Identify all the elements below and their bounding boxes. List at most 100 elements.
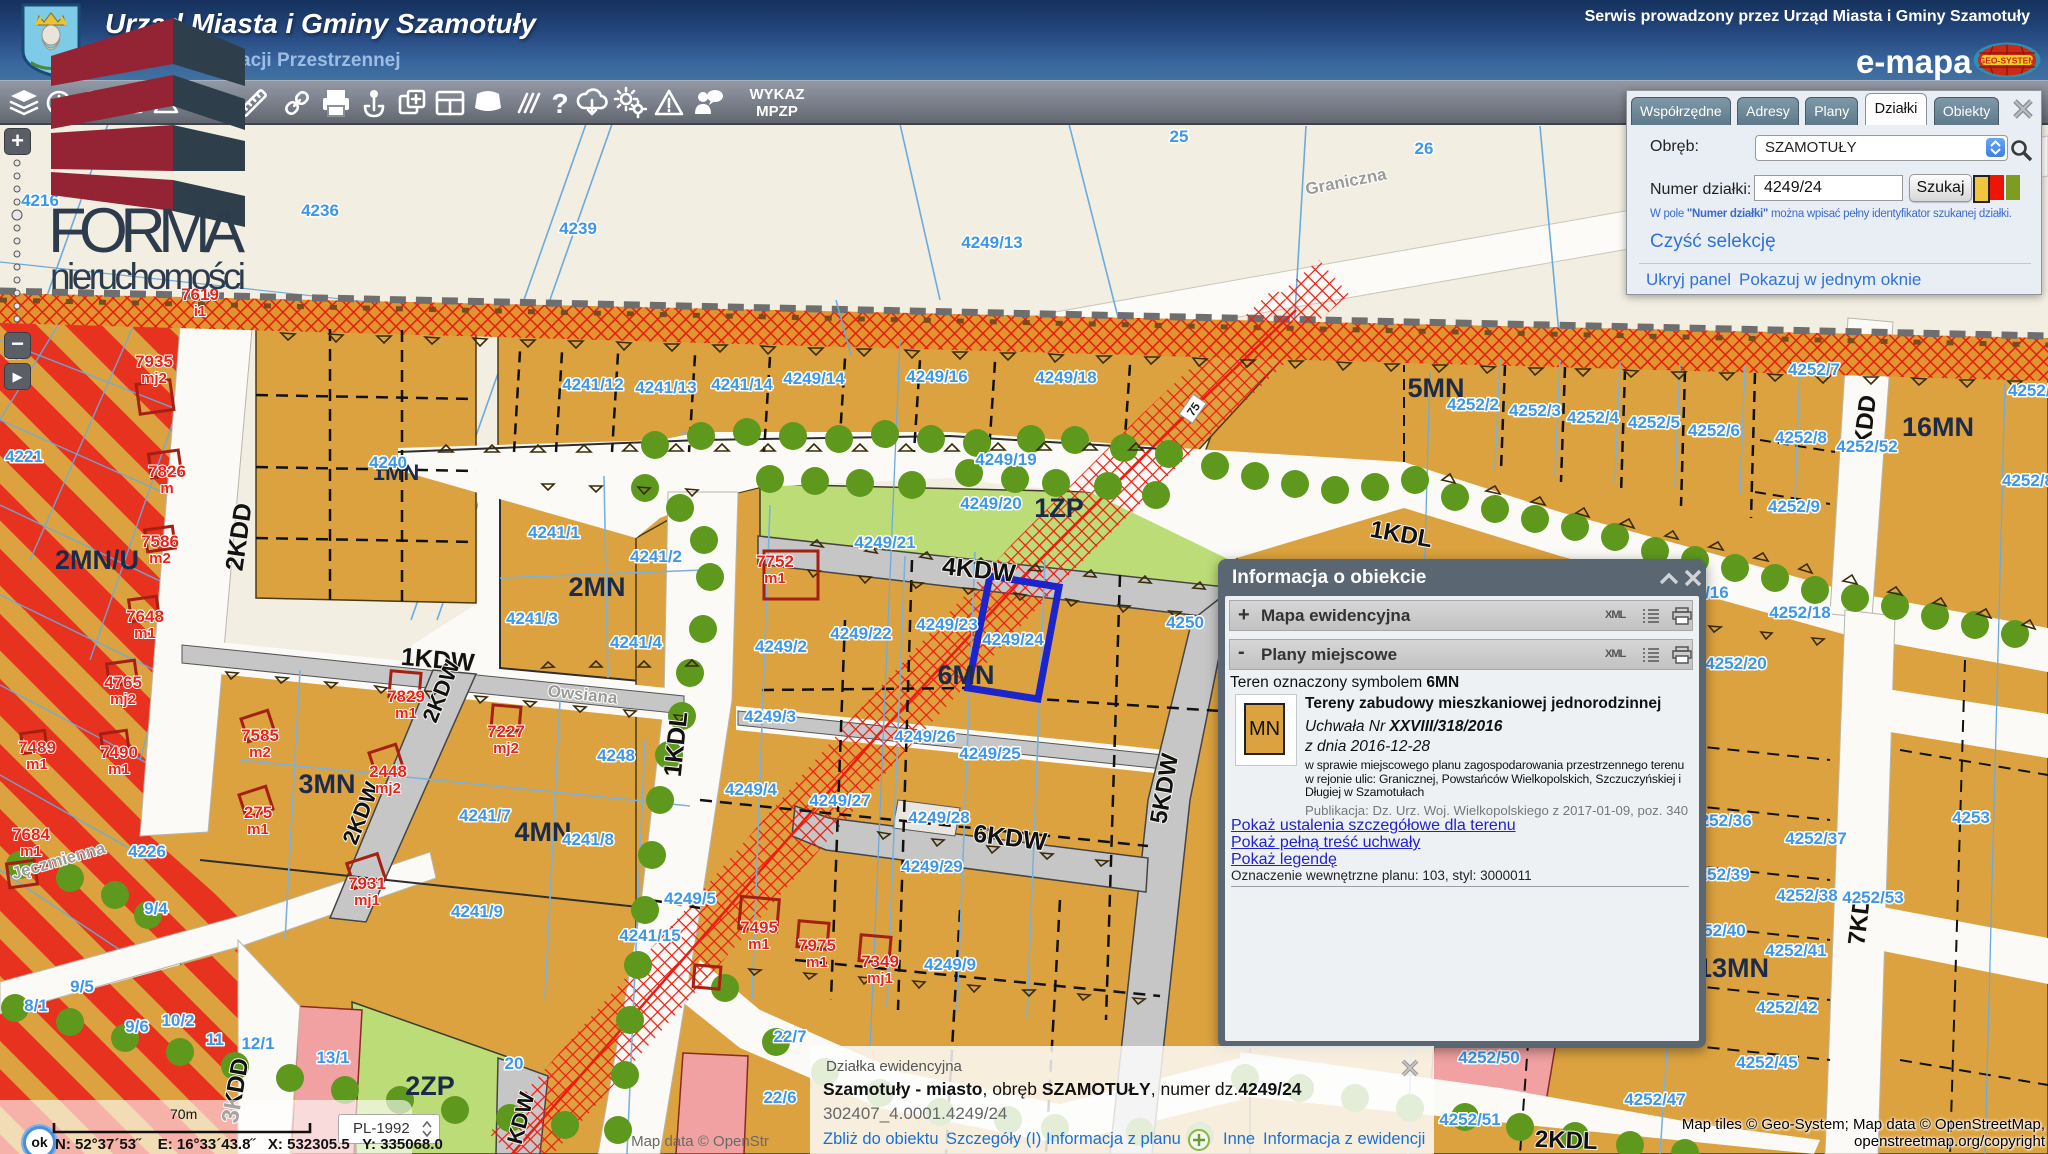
svg-text:4241/9: 4241/9	[451, 902, 503, 921]
svg-text:7495: 7495	[740, 918, 778, 937]
svg-text:2MN/U: 2MN/U	[55, 545, 139, 575]
svg-text:?: ?	[551, 88, 568, 119]
svg-text:7752: 7752	[756, 552, 794, 571]
svg-text:4249/16: 4249/16	[906, 367, 967, 386]
svg-text:4252/50: 4252/50	[1458, 1048, 1519, 1067]
svg-text:10/2: 10/2	[161, 1011, 194, 1030]
svg-text:13/1: 13/1	[316, 1048, 349, 1067]
svg-text:4252/9: 4252/9	[1768, 497, 1820, 516]
svg-text:4252/7: 4252/7	[1788, 360, 1840, 379]
svg-text:4252/45: 4252/45	[1736, 1053, 1797, 1072]
svg-text:4249/3: 4249/3	[744, 707, 796, 726]
svg-text:4241/4: 4241/4	[610, 633, 663, 652]
svg-text:26: 26	[1415, 139, 1434, 158]
svg-text:m2: m2	[249, 744, 271, 761]
svg-text:4252/37: 4252/37	[1785, 829, 1846, 848]
svg-text:2ZP: 2ZP	[405, 1071, 455, 1101]
svg-text:GEO-SYSTEM: GEO-SYSTEM	[1979, 56, 2036, 66]
svg-text:25: 25	[1170, 127, 1189, 146]
svg-text:2KDL: 2KDL	[1534, 1126, 1598, 1154]
svg-text:4252/8: 4252/8	[1775, 428, 1827, 447]
svg-text:4241/7: 4241/7	[459, 806, 511, 825]
svg-text:8/1: 8/1	[24, 996, 48, 1015]
svg-text:4236: 4236	[301, 201, 339, 220]
svg-text:4249/14: 4249/14	[783, 369, 845, 388]
svg-text:4249/20: 4249/20	[960, 494, 1021, 513]
svg-text:4249/2: 4249/2	[755, 637, 807, 656]
svg-text:4249/21: 4249/21	[854, 533, 915, 552]
svg-text:12/1: 12/1	[241, 1034, 274, 1053]
svg-text:20: 20	[505, 1054, 524, 1073]
svg-text:7975: 7975	[798, 936, 836, 955]
svg-text:7585: 7585	[241, 726, 279, 745]
svg-text:4252/5: 4252/5	[1628, 413, 1680, 432]
svg-text:7490: 7490	[100, 743, 138, 762]
svg-text:4249/19: 4249/19	[975, 450, 1036, 469]
svg-text:mj1: mj1	[354, 892, 380, 909]
svg-text:4252/51: 4252/51	[1439, 1110, 1500, 1129]
svg-text:4252/38: 4252/38	[1776, 886, 1837, 905]
svg-text:4249/27: 4249/27	[809, 791, 870, 810]
svg-text:4249/25: 4249/25	[959, 744, 1020, 763]
svg-text:m1: m1	[247, 821, 269, 838]
svg-text:4221: 4221	[5, 447, 43, 466]
svg-text:7489: 7489	[18, 738, 56, 757]
svg-text:4240: 4240	[369, 453, 407, 472]
svg-text:13MN: 13MN	[1697, 953, 1769, 983]
svg-text:7935: 7935	[135, 352, 173, 371]
svg-text:1ZP: 1ZP	[1034, 493, 1084, 523]
svg-text:9/4: 9/4	[144, 899, 168, 918]
svg-text:4252/2: 4252/2	[1447, 395, 1499, 414]
svg-text:nieruchomości: nieruchomości	[50, 256, 246, 297]
svg-text:4252/53: 4252/53	[1842, 888, 1903, 907]
svg-text:7349: 7349	[861, 952, 899, 971]
svg-text:mj1: mj1	[867, 970, 893, 987]
svg-text:16MN: 16MN	[1902, 412, 1974, 442]
svg-text:4252/7: 4252/7	[2008, 381, 2048, 400]
svg-text:4241/12: 4241/12	[562, 375, 623, 394]
svg-text:2MN: 2MN	[568, 572, 625, 602]
svg-text:m1: m1	[26, 756, 48, 773]
svg-text:m1: m1	[806, 954, 828, 971]
svg-text:4252/52: 4252/52	[1836, 437, 1897, 456]
svg-text:4241/13: 4241/13	[635, 378, 696, 397]
svg-text:7826: 7826	[148, 462, 186, 481]
svg-text:4765: 4765	[104, 673, 142, 692]
svg-text:4241/8: 4241/8	[562, 830, 614, 849]
svg-text:mj2: mj2	[375, 780, 401, 797]
svg-text:22/6: 22/6	[763, 1088, 796, 1107]
svg-text:7931: 7931	[348, 874, 386, 893]
svg-text:7648: 7648	[126, 607, 164, 626]
svg-text:4252/20: 4252/20	[1705, 654, 1766, 673]
svg-text:m1: m1	[108, 761, 130, 778]
svg-text:7829: 7829	[387, 687, 425, 706]
svg-text:3MN: 3MN	[298, 769, 355, 799]
svg-text:4249/13: 4249/13	[961, 233, 1022, 252]
svg-text:4241/15: 4241/15	[619, 926, 680, 945]
svg-text:m1: m1	[134, 625, 156, 642]
svg-text:6MN: 6MN	[937, 660, 994, 690]
svg-text:4252/4: 4252/4	[1567, 408, 1620, 427]
svg-text:4249/18: 4249/18	[1035, 368, 1096, 387]
svg-text:4241/3: 4241/3	[506, 609, 558, 628]
svg-text:m1: m1	[395, 705, 417, 722]
svg-text:7586: 7586	[141, 532, 179, 551]
svg-text:4241/2: 4241/2	[630, 547, 682, 566]
svg-text:4252/47: 4252/47	[1624, 1090, 1685, 1109]
svg-text:m1: m1	[20, 843, 42, 860]
svg-text:mj2: mj2	[110, 691, 136, 708]
svg-text:m2: m2	[149, 550, 171, 567]
svg-text:4250: 4250	[1166, 613, 1204, 632]
svg-text:4252/42: 4252/42	[1756, 998, 1817, 1017]
svg-text:4249/24: 4249/24	[982, 630, 1044, 649]
svg-text:275: 275	[244, 803, 272, 822]
svg-text:4249/4: 4249/4	[725, 780, 778, 799]
svg-text:4248: 4248	[597, 746, 635, 765]
svg-text:7684: 7684	[12, 825, 50, 844]
svg-text:4249/22: 4249/22	[830, 624, 891, 643]
svg-text:4249/5: 4249/5	[664, 889, 716, 908]
svg-text:4252/8: 4252/8	[2002, 471, 2048, 490]
svg-text:m1: m1	[764, 570, 786, 587]
svg-text:4226: 4226	[128, 842, 166, 861]
svg-text:4249/23: 4249/23	[916, 615, 977, 634]
